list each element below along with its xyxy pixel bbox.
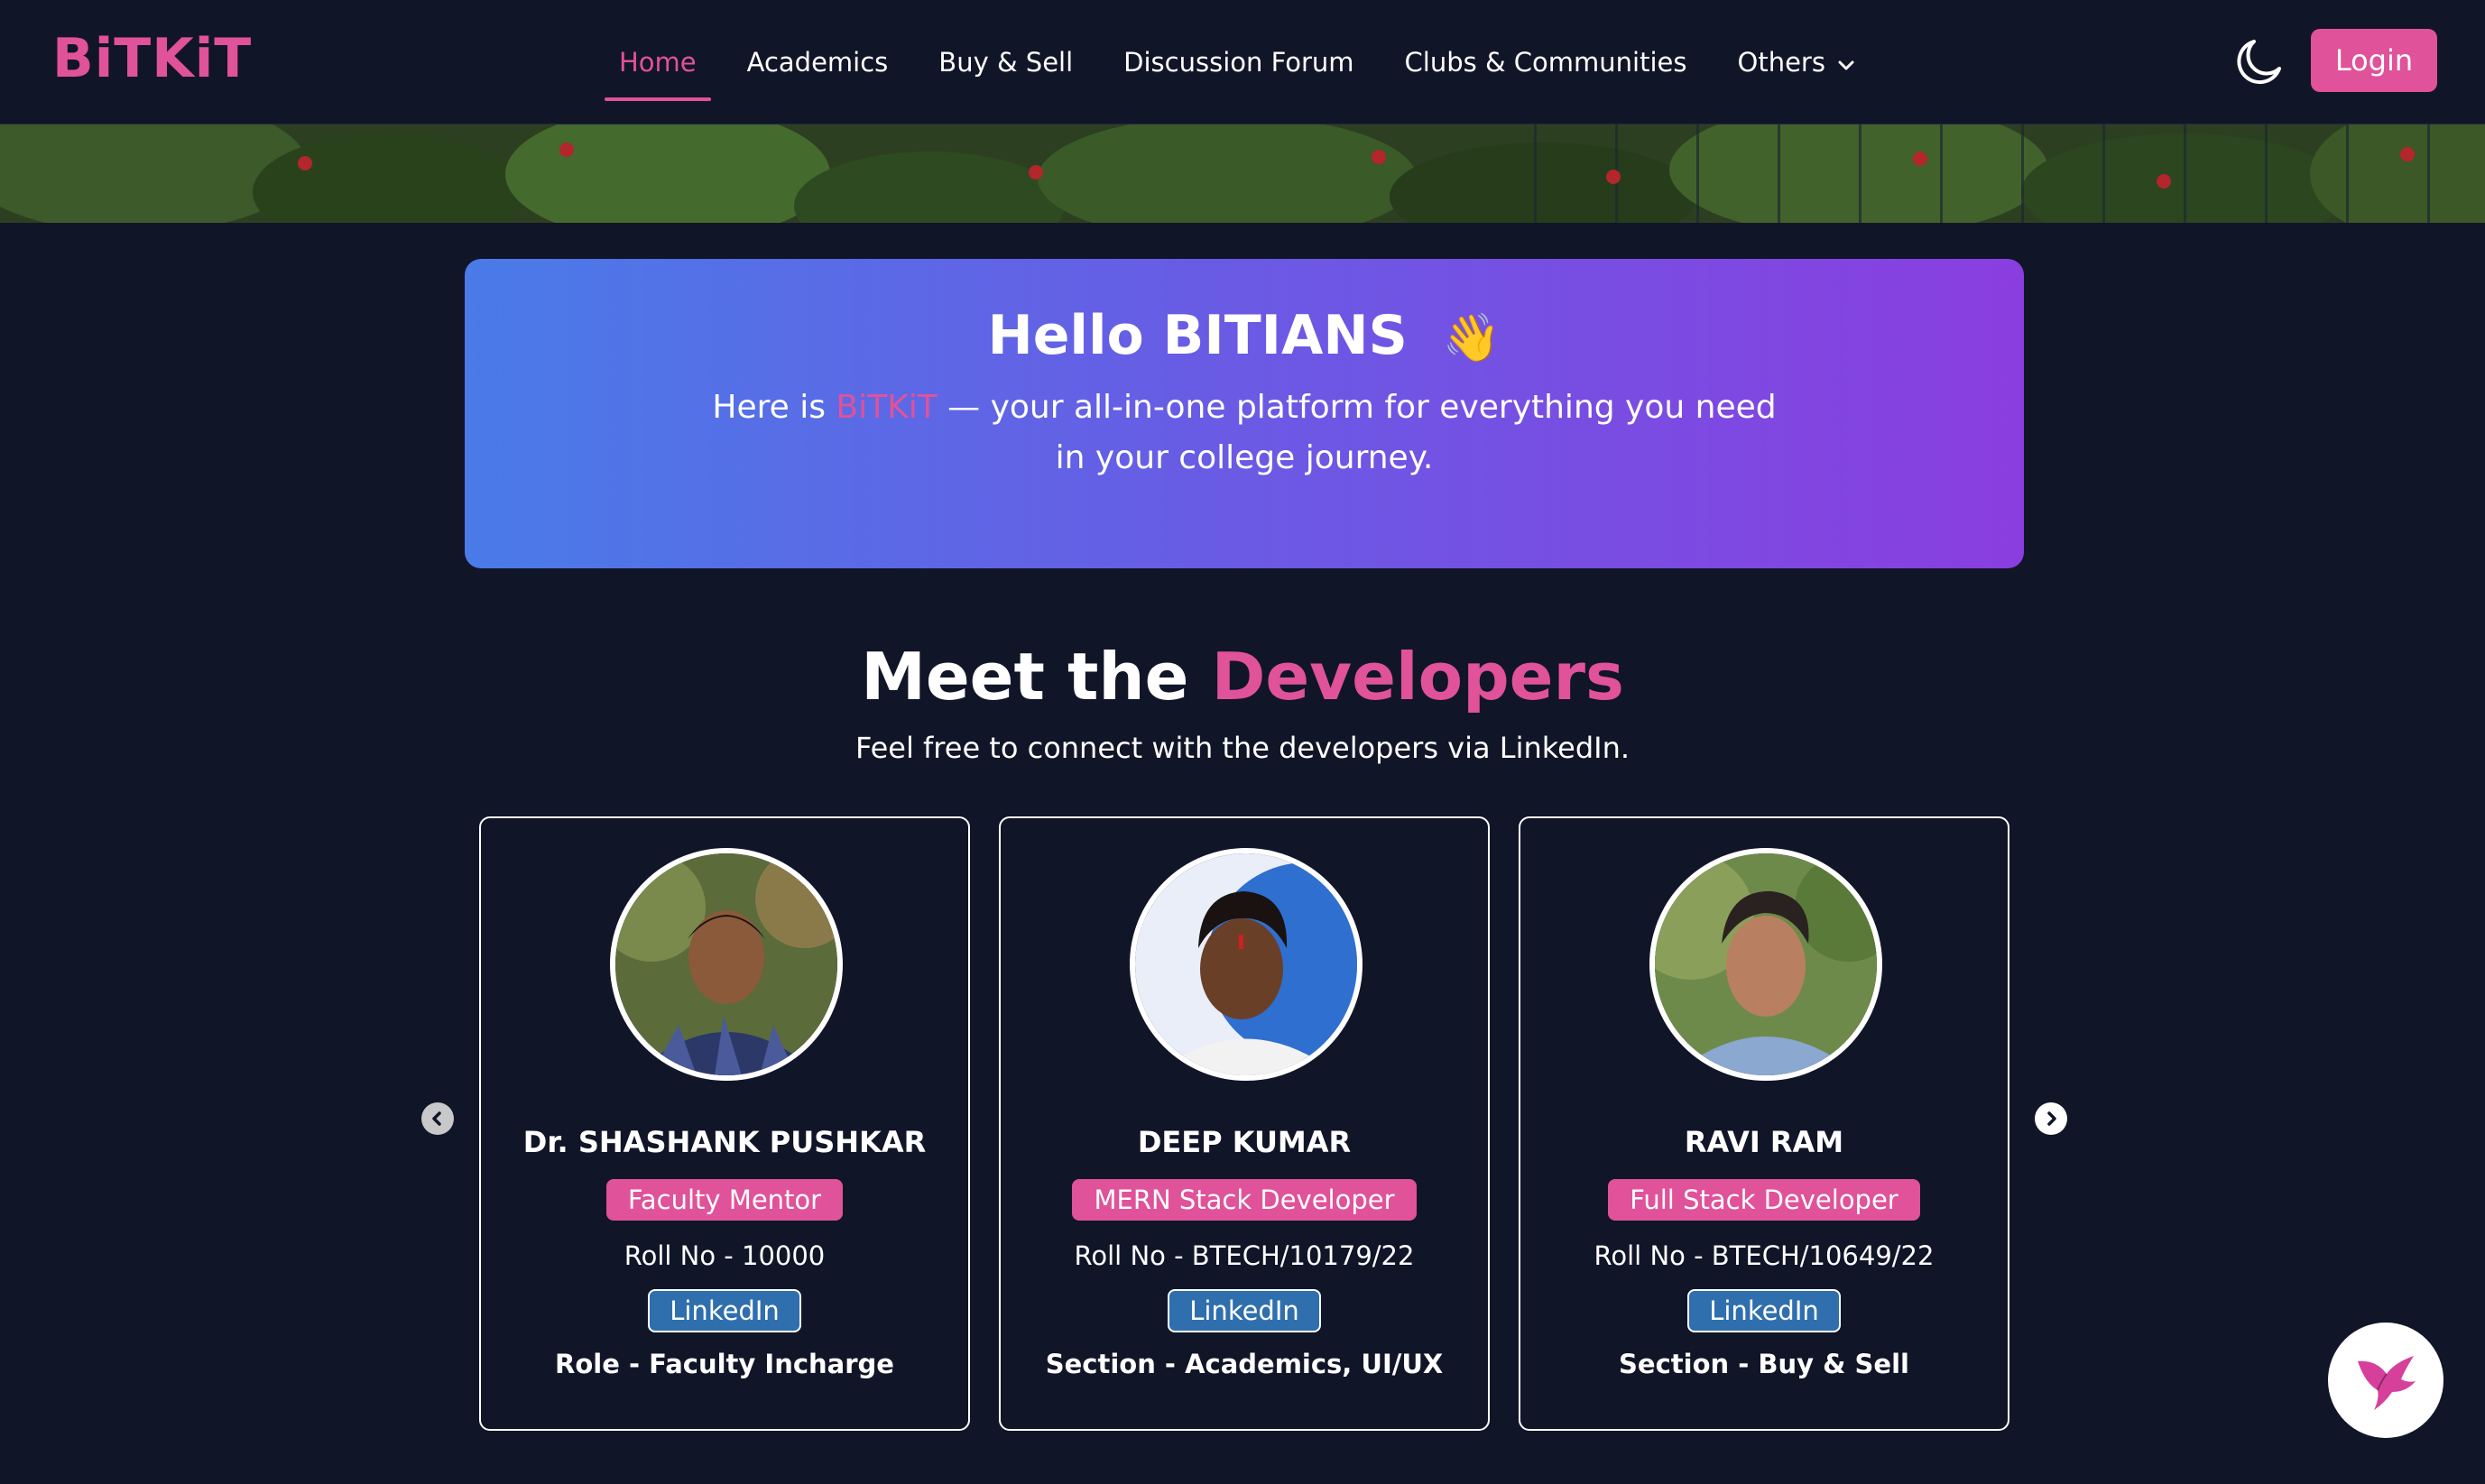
- linkedin-button[interactable]: LinkedIn: [1687, 1289, 1841, 1332]
- hero-subtitle-suffix: — your all-in-one platform for everythin…: [937, 389, 1777, 476]
- developer-name: RAVI RAM: [1684, 1125, 1844, 1159]
- nav-item-label: Clubs & Communities: [1404, 46, 1687, 78]
- campus-banner-image: [0, 124, 2485, 223]
- developer-card: DEEP KUMAR MERN Stack Developer Roll No …: [999, 816, 1490, 1431]
- role-badge: MERN Stack Developer: [1072, 1179, 1417, 1221]
- avatar: [1130, 848, 1363, 1081]
- nav-item-buy-sell[interactable]: Buy & Sell: [938, 0, 1073, 124]
- nav-item-academics[interactable]: Academics: [747, 0, 889, 124]
- carousel-prev-button[interactable]: [421, 1102, 454, 1135]
- developer-card: RAVI RAM Full Stack Developer Roll No - …: [1519, 816, 2009, 1431]
- roll-number: Roll No - 10000: [624, 1240, 826, 1271]
- welcome-hero-card: Hello BITIANS 👋 Here is BiTKiT — your al…: [465, 259, 2024, 568]
- developers-heading-prefix: Meet the: [861, 639, 1212, 714]
- chevron-right-icon: [2047, 1111, 2056, 1126]
- hero-subtitle-brand: BiTKiT: [836, 389, 938, 426]
- nav-item-others-dropdown[interactable]: Others: [1738, 0, 1854, 124]
- avatar: [610, 848, 843, 1081]
- chatbot-button[interactable]: [2328, 1323, 2443, 1438]
- linkedin-button[interactable]: LinkedIn: [648, 1289, 801, 1332]
- chevron-left-icon: [432, 1111, 441, 1126]
- nav-item-label: Academics: [746, 46, 889, 78]
- developer-name: DEEP KUMAR: [1137, 1125, 1352, 1159]
- developers-heading: Meet the Developers: [0, 639, 2485, 714]
- hero-subtitle-prefix: Here is: [712, 389, 836, 426]
- chevron-down-icon: [1838, 47, 1854, 78]
- roll-number: Roll No - BTECH/10649/22: [1594, 1240, 1935, 1271]
- nav-item-label: Buy & Sell: [938, 46, 1074, 78]
- hero-title-text: Hello BITIANS: [987, 304, 1408, 367]
- role-badge: Faculty Mentor: [605, 1179, 844, 1221]
- moon-icon[interactable]: [2232, 36, 2285, 88]
- developer-name: Dr. SHASHANK PUSHKAR: [522, 1125, 927, 1159]
- developer-section: Section - Buy & Sell: [1619, 1349, 1909, 1379]
- role-badge: Full Stack Developer: [1608, 1179, 1920, 1221]
- developers-heading-accent: Developers: [1211, 639, 1624, 714]
- nav-item-label: Home: [619, 46, 697, 78]
- nav-item-clubs-communities[interactable]: Clubs & Communities: [1405, 0, 1687, 124]
- developer-card: Dr. SHASHANK PUSHKAR Faculty Mentor Roll…: [479, 816, 970, 1431]
- hero-title: Hello BITIANS 👋: [465, 304, 2024, 367]
- avatar: [1649, 848, 1882, 1081]
- hero-subtitle: Here is BiTKiT — your all-in-one platfor…: [712, 383, 1777, 484]
- linkedin-button[interactable]: LinkedIn: [1168, 1289, 1321, 1332]
- developer-section: Section - Academics, UI/UX: [1045, 1349, 1444, 1379]
- roll-number: Roll No - BTECH/10179/22: [1074, 1240, 1415, 1271]
- site-logo[interactable]: BiTKiT: [52, 27, 252, 90]
- login-button[interactable]: Login: [2311, 29, 2437, 92]
- main-nav: Home Academics Buy & Sell Discussion For…: [605, 0, 1905, 124]
- nav-item-label: Discussion Forum: [1123, 46, 1354, 78]
- bird-icon: [2358, 1356, 2416, 1410]
- nav-item-discussion-forum[interactable]: Discussion Forum: [1123, 0, 1353, 124]
- navbar: BiTKiT Home Academics Buy & Sell Discuss…: [0, 0, 2485, 124]
- developer-section: Role - Faculty Incharge: [555, 1349, 894, 1379]
- developers-subtitle: Feel free to connect with the developers…: [855, 731, 1630, 765]
- nav-item-home[interactable]: Home: [605, 0, 711, 124]
- waving-hand-icon: 👋: [1442, 311, 1501, 365]
- nav-item-label: Others: [1737, 46, 1825, 78]
- carousel-next-button[interactable]: [2035, 1102, 2067, 1135]
